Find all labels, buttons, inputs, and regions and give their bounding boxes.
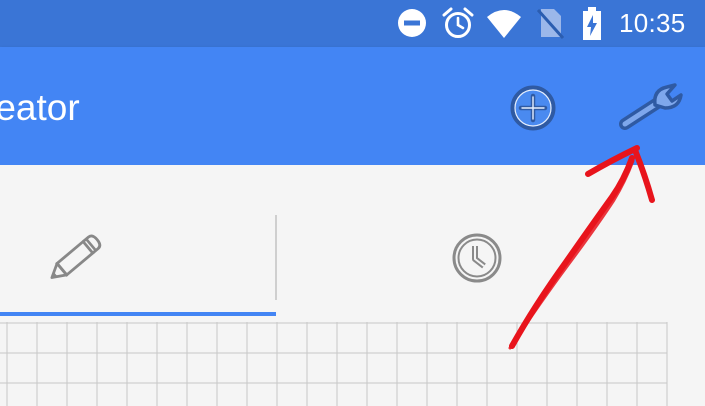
no-sim-icon	[536, 9, 565, 39]
status-bar: 10:35	[0, 0, 705, 47]
app-title: reator	[0, 87, 80, 128]
pencil-icon	[50, 234, 102, 279]
wifi-icon	[487, 10, 521, 38]
app-bar: reator	[0, 47, 705, 165]
add-circle-icon[interactable]	[508, 83, 558, 133]
clock-icon	[452, 233, 502, 283]
battery-charging-icon	[583, 7, 601, 40]
drawing-grid[interactable]	[0, 322, 668, 406]
alarm-clock-icon	[442, 7, 474, 38]
do-not-disturb-icon	[398, 9, 426, 37]
wrench-icon[interactable]	[617, 80, 685, 132]
tab-edit[interactable]	[0, 165, 275, 317]
tab-bar	[0, 165, 705, 317]
tab-indicator	[0, 312, 276, 316]
tab-history[interactable]	[277, 165, 705, 317]
status-time: 10:35	[619, 8, 686, 38]
